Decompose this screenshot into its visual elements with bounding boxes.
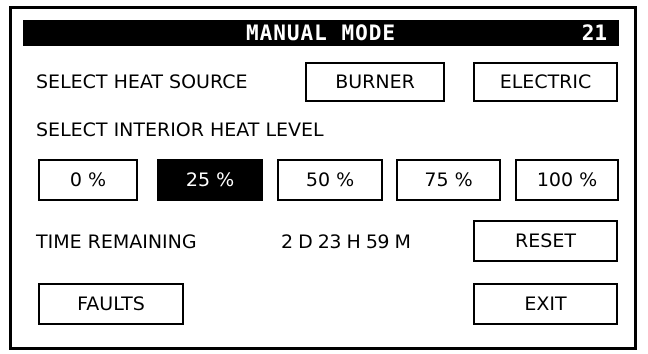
- heat-level-100-button[interactable]: 100 %: [515, 159, 619, 201]
- exit-button[interactable]: EXIT: [473, 283, 618, 325]
- title-bar: MANUAL MODE 21: [23, 20, 619, 46]
- heat-level-0-button[interactable]: 0 %: [38, 159, 138, 201]
- time-remaining-value: 2 D 23 H 59 M: [281, 231, 411, 253]
- heat-level-label: SELECT INTERIOR HEAT LEVEL: [36, 119, 324, 141]
- heat-level-75-button[interactable]: 75 %: [396, 159, 501, 201]
- heat-source-label: SELECT HEAT SOURCE: [36, 71, 248, 93]
- reset-button[interactable]: RESET: [473, 220, 618, 262]
- screen-number: 21: [581, 21, 607, 45]
- faults-button[interactable]: FAULTS: [38, 283, 184, 325]
- heat-level-25-button[interactable]: 25 %: [157, 159, 263, 201]
- time-remaining-label: TIME REMAINING: [36, 231, 197, 253]
- burner-button[interactable]: BURNER: [305, 62, 445, 102]
- electric-button[interactable]: ELECTRIC: [473, 62, 618, 102]
- page-title: MANUAL MODE: [245, 21, 397, 45]
- heat-level-50-button[interactable]: 50 %: [277, 159, 383, 201]
